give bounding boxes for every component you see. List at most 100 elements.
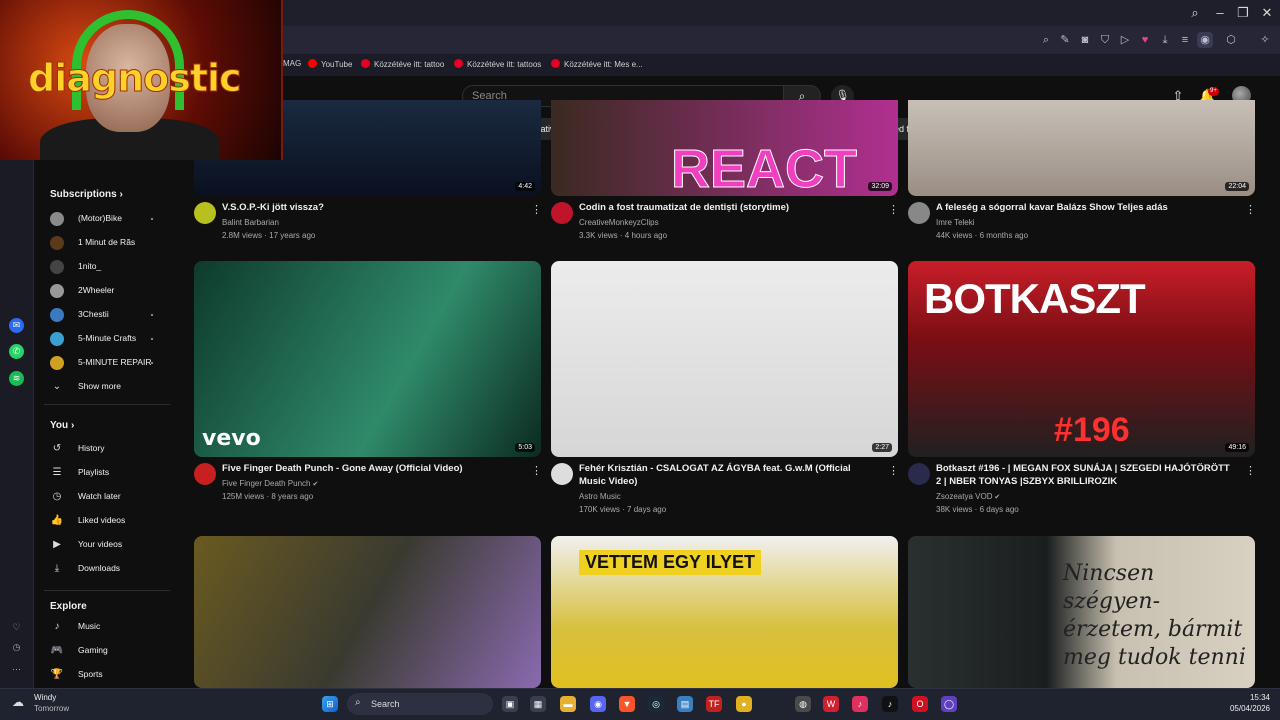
video-thumbnail[interactable]: [194, 536, 541, 688]
subscription-item[interactable]: 1nito_: [40, 256, 170, 278]
opera-icon[interactable]: O: [912, 696, 928, 712]
bookmark-youtube[interactable]: YouTube: [308, 59, 352, 69]
subscription-item[interactable]: 5-Minute Crafts: [40, 328, 170, 350]
subscription-item[interactable]: (Motor)Bike: [40, 208, 170, 230]
more-icon[interactable]: ⋯: [9, 662, 24, 677]
brave-icon[interactable]: ▼: [619, 696, 635, 712]
more-options-icon[interactable]: ⋮: [888, 203, 899, 217]
tiktok-studio-icon[interactable]: ♪: [852, 696, 868, 712]
video-title[interactable]: A feleség a sógorral kavar Balázs Show T…: [936, 201, 1236, 214]
search-icon[interactable]: ⌕: [1186, 4, 1204, 22]
sidebar-item-label: Liked videos: [78, 515, 126, 525]
subscription-item[interactable]: 1 Minut de Rãs: [40, 232, 170, 254]
download-icon[interactable]: ⤓: [1157, 32, 1173, 48]
menu-icon[interactable]: ≡: [1177, 32, 1193, 48]
bookmark-pinterest-2[interactable]: Közzétéve itt: tattoos: [454, 59, 541, 69]
video-title[interactable]: Botkaszt #196 - | MEGAN FOX SUNÁJA | SZE…: [936, 462, 1236, 488]
messenger-icon[interactable]: ✉: [9, 318, 24, 333]
video-thumbnail[interactable]: Nincsen szégyen-érzetem, bármit meg tudo…: [908, 536, 1255, 688]
more-options-icon[interactable]: ⋮: [888, 464, 899, 478]
camera-icon[interactable]: ◙: [1077, 32, 1093, 48]
heart-icon[interactable]: ♥: [1137, 32, 1153, 48]
restore-button[interactable]: ❐: [1234, 4, 1252, 22]
extension-icon[interactable]: ⬡: [1223, 32, 1239, 48]
channel-avatar[interactable]: [194, 463, 216, 485]
sidebar-item[interactable]: ↺ History: [40, 438, 170, 460]
channel-avatar[interactable]: [551, 202, 573, 224]
task-view-icon[interactable]: ▣: [502, 696, 518, 712]
sidebar-item[interactable]: ◷ Watch later: [40, 486, 170, 508]
sidebar-item[interactable]: ♪ Music: [40, 616, 170, 638]
subscription-item[interactable]: 2Wheeler: [40, 280, 170, 302]
video-thumbnail[interactable]: vevo 5:03: [194, 261, 541, 457]
channel-name[interactable]: Zsozeatya VOD ✔: [936, 492, 1000, 501]
shield-icon[interactable]: ⛉: [1097, 32, 1113, 48]
search-page-icon[interactable]: ⌕: [1038, 32, 1054, 48]
video-title[interactable]: Fehér Krisztián - CSALOGAT AZ ÁGYBA feat…: [579, 462, 879, 488]
channel-name[interactable]: CreativeMonkeyzClips: [579, 218, 659, 227]
video-title[interactable]: Five Finger Death Punch - Gone Away (Off…: [222, 462, 522, 475]
sidebar-item[interactable]: ▶ Your videos: [40, 534, 170, 556]
file-explorer-icon[interactable]: ▬: [560, 696, 576, 712]
bookmark-pinterest-1[interactable]: Közzétéve itt: tattoo: [361, 59, 444, 69]
video-thumbnail[interactable]: 22:04: [908, 100, 1255, 196]
channel-avatar[interactable]: [908, 202, 930, 224]
sidebar-item[interactable]: ☰ Playlists: [40, 462, 170, 484]
video-title[interactable]: Codin a fost traumatizat de dentiști (st…: [579, 201, 879, 214]
close-button[interactable]: ✕: [1258, 4, 1276, 22]
discord-icon[interactable]: ◉: [590, 696, 606, 712]
video-thumbnail[interactable]: REACT 32:09: [551, 100, 898, 196]
chrome-icon[interactable]: ◍: [795, 696, 811, 712]
photos-icon[interactable]: ▤: [677, 696, 693, 712]
more-options-icon[interactable]: ⋮: [1245, 203, 1256, 217]
edit-icon[interactable]: ✎: [1057, 32, 1073, 48]
bookmark-mag[interactable]: MAG: [283, 59, 301, 68]
heart-outline-icon[interactable]: ♡: [9, 620, 24, 635]
channel-name[interactable]: Five Finger Death Punch ✔: [222, 479, 318, 488]
ai-icon[interactable]: ✧: [1254, 32, 1276, 48]
play-icon[interactable]: ▷: [1117, 32, 1133, 48]
sidebar-item[interactable]: ⤓ Downloads: [40, 558, 170, 580]
channel-avatar[interactable]: [908, 463, 930, 485]
profile-icon[interactable]: ◉: [1197, 32, 1213, 48]
subscription-item[interactable]: 3Chestii: [40, 304, 170, 326]
channel-name[interactable]: Balint Barbarian: [222, 218, 279, 227]
clock-icon[interactable]: ◷: [9, 640, 24, 655]
channel-name[interactable]: Astro Music: [579, 492, 621, 501]
you-title[interactable]: You ›: [50, 420, 74, 431]
sidebar-item[interactable]: 👍 Liked videos: [40, 510, 170, 532]
bookmark-pinterest-3[interactable]: Közzétéve itt: Mes e...: [551, 59, 643, 69]
sidebar-item[interactable]: 🎮 Gaming: [40, 640, 170, 662]
subscription-item[interactable]: 5-MINUTE REPAIR: [40, 352, 170, 374]
more-options-icon[interactable]: ⋮: [531, 464, 542, 478]
video-thumbnail[interactable]: VETTEM EGY ILYET: [551, 536, 898, 688]
channel-avatar[interactable]: [194, 202, 216, 224]
wps-icon[interactable]: W: [823, 696, 839, 712]
sidebar-item[interactable]: 🏆 Sports: [40, 664, 170, 686]
channel-avatar: [50, 308, 64, 322]
show-more-button[interactable]: ⌄ Show more: [40, 376, 170, 398]
video-thumbnail[interactable]: BOTKASZT #196 49:16: [908, 261, 1255, 457]
tf-icon[interactable]: TF: [706, 696, 722, 712]
spotify-icon[interactable]: ≋: [9, 371, 24, 386]
more-options-icon[interactable]: ⋮: [1245, 464, 1256, 478]
subscriptions-title[interactable]: Subscriptions ›: [50, 189, 123, 200]
taskbar-search[interactable]: Search: [347, 693, 493, 715]
minimize-button[interactable]: –: [1211, 4, 1229, 22]
channel-avatar[interactable]: [551, 463, 573, 485]
more-options-icon[interactable]: ⋮: [531, 203, 542, 217]
video-title[interactable]: V.S.O.P.-Ki jött vissza?: [222, 201, 522, 214]
widgets-icon[interactable]: ▦: [530, 696, 546, 712]
whatsapp-icon[interactable]: ✆: [9, 344, 24, 359]
weather-title[interactable]: Windy: [34, 693, 56, 702]
channel-name[interactable]: Imre Teleki: [936, 218, 975, 227]
like-icon: 👍: [50, 515, 64, 526]
obs-icon[interactable]: ◯: [941, 696, 957, 712]
tiktok-icon[interactable]: ♪: [882, 696, 898, 712]
coin-icon[interactable]: ●: [736, 696, 752, 712]
chevron-right-icon: ›: [119, 189, 123, 200]
channel-name-text: Imre Teleki: [936, 218, 975, 227]
windows-start-icon[interactable]: ⊞: [322, 696, 338, 712]
steam-icon[interactable]: ◎: [648, 696, 664, 712]
video-thumbnail[interactable]: 2:27: [551, 261, 898, 457]
